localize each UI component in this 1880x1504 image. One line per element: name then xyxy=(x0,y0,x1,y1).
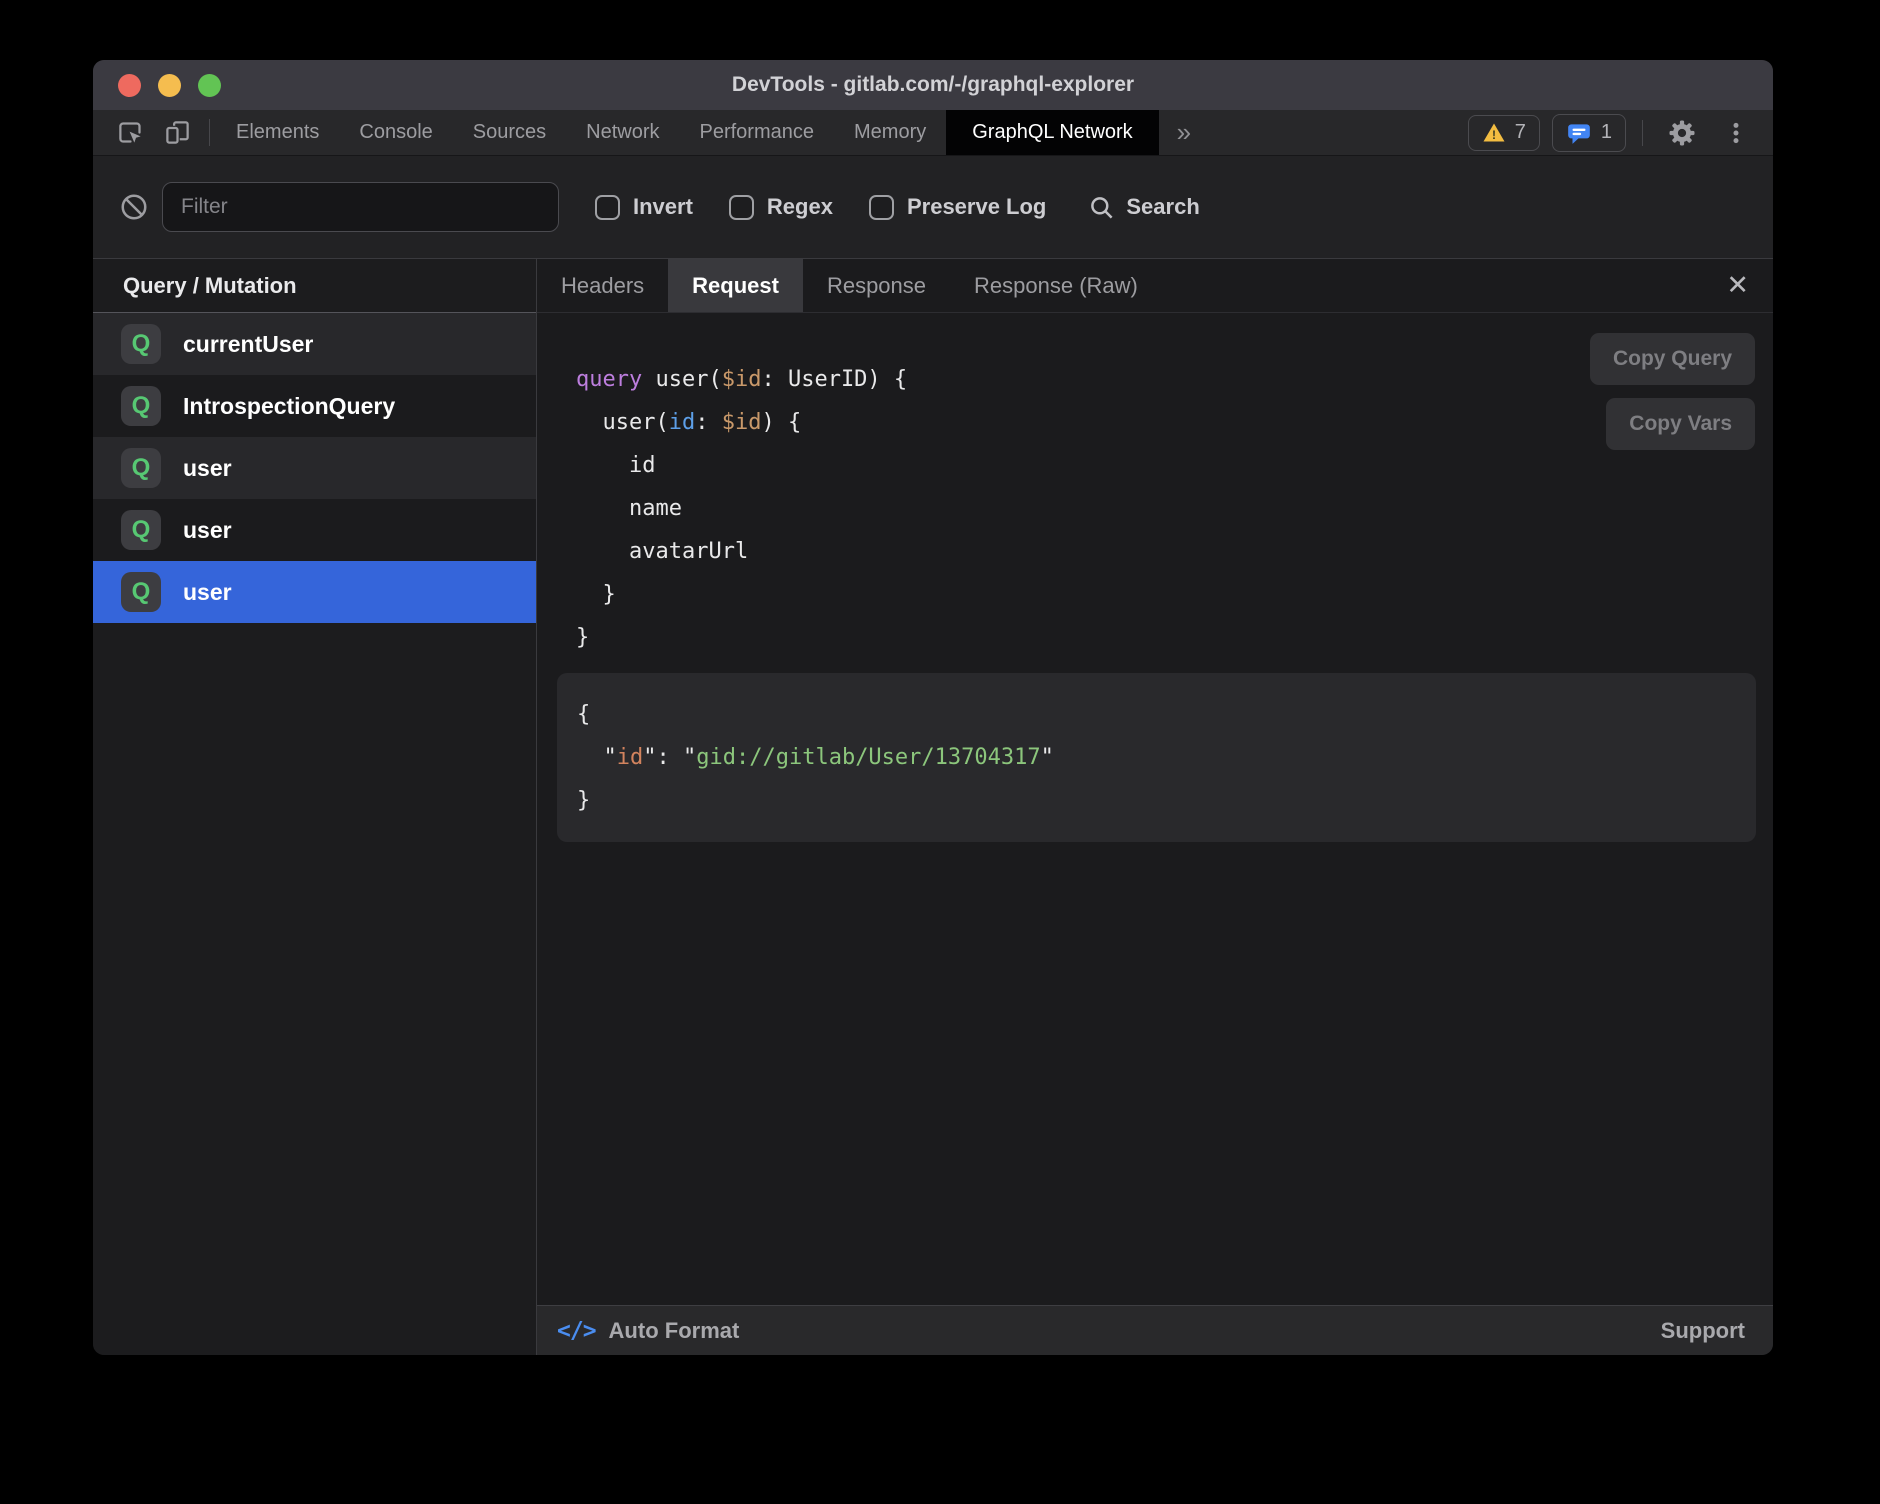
checkbox-label: Invert xyxy=(633,194,693,220)
code-line: avatarUrl xyxy=(576,530,1773,573)
checkbox-regex[interactable]: Regex xyxy=(729,194,833,220)
code-line: } xyxy=(577,779,1756,822)
issues-badge[interactable]: 1 xyxy=(1552,114,1626,152)
detail-panel: HeadersRequestResponseResponse (Raw) ✕ q… xyxy=(537,259,1773,1355)
main-split: Query / Mutation QcurrentUserQIntrospect… xyxy=(93,259,1773,1355)
query-type-badge: Q xyxy=(121,448,161,488)
tab-performance[interactable]: Performance xyxy=(680,110,835,155)
warning-icon: ! xyxy=(1482,121,1506,145)
request-row-user-2[interactable]: Quser xyxy=(93,437,536,499)
device-toolbar-icon[interactable] xyxy=(164,119,191,146)
code-format-icon: </> xyxy=(557,1318,596,1344)
zoom-window-button[interactable] xyxy=(198,74,221,97)
tab-graphql-network[interactable]: GraphQL Network xyxy=(946,110,1158,155)
request-row-user-4[interactable]: Quser xyxy=(93,561,536,623)
detail-tabs: HeadersRequestResponseResponse (Raw) xyxy=(537,259,1162,312)
copy-vars-button[interactable]: Copy Vars xyxy=(1606,398,1755,450)
checkbox-preserve-log[interactable]: Preserve Log xyxy=(869,194,1046,220)
devtools-toolbar: ElementsConsoleSourcesNetworkPerformance… xyxy=(93,110,1773,156)
request-row-label: user xyxy=(183,455,232,482)
search-toggle[interactable]: Search xyxy=(1088,194,1199,221)
clear-requests-icon[interactable] xyxy=(119,192,149,222)
kebab-menu-icon[interactable] xyxy=(1717,120,1755,146)
request-row-user-3[interactable]: Quser xyxy=(93,499,536,561)
request-list-panel: Query / Mutation QcurrentUserQIntrospect… xyxy=(93,259,537,1355)
request-row-label: currentUser xyxy=(183,331,313,358)
titlebar: DevTools - gitlab.com/-/graphql-explorer xyxy=(93,60,1773,110)
devtools-tabs: ElementsConsoleSourcesNetworkPerformance… xyxy=(216,110,1159,155)
detail-tab-response-raw[interactable]: Response (Raw) xyxy=(950,259,1162,312)
code-line: "id": "gid://gitlab/User/13704317" xyxy=(577,736,1756,779)
checkbox-label: Regex xyxy=(767,194,833,220)
window-title: DevTools - gitlab.com/-/graphql-explorer xyxy=(93,73,1773,97)
detail-tab-response[interactable]: Response xyxy=(803,259,950,312)
checkbox-invert[interactable]: Invert xyxy=(595,194,693,220)
traffic-lights xyxy=(93,74,221,97)
svg-text:!: ! xyxy=(1492,128,1496,142)
checkbox-box-preserve-log[interactable] xyxy=(869,195,894,220)
query-type-badge: Q xyxy=(121,324,161,364)
query-type-badge: Q xyxy=(121,510,161,550)
tab-elements[interactable]: Elements xyxy=(216,110,339,155)
code-line: { xyxy=(577,693,1756,736)
code-line: user(id: $id) { xyxy=(576,401,1773,444)
request-list: QcurrentUserQIntrospectionQueryQuserQuse… xyxy=(93,313,536,623)
query-type-badge: Q xyxy=(121,572,161,612)
detail-tabs-row: HeadersRequestResponseResponse (Raw) ✕ xyxy=(537,259,1773,313)
search-label: Search xyxy=(1126,194,1199,220)
code-line: id xyxy=(576,444,1773,487)
tab-network[interactable]: Network xyxy=(566,110,679,155)
auto-format-button[interactable]: Auto Format xyxy=(609,1318,740,1344)
close-window-button[interactable] xyxy=(118,74,141,97)
graphql-variables-box: { "id": "gid://gitlab/User/13704317"} xyxy=(557,673,1756,842)
query-type-badge: Q xyxy=(121,386,161,426)
search-icon xyxy=(1088,194,1115,221)
checkbox-box-invert[interactable] xyxy=(595,195,620,220)
request-row-label: IntrospectionQuery xyxy=(183,393,395,420)
filter-input[interactable] xyxy=(162,182,559,232)
message-icon xyxy=(1566,120,1592,146)
code-line: } xyxy=(576,573,1773,616)
code-line: name xyxy=(576,487,1773,530)
close-detail-icon[interactable]: ✕ xyxy=(1702,270,1773,301)
warnings-badge[interactable]: ! 7 xyxy=(1468,115,1540,151)
detail-tab-headers[interactable]: Headers xyxy=(537,259,668,312)
filter-checkboxes: Invert Regex Preserve Log xyxy=(559,194,1046,220)
request-row-label: user xyxy=(183,579,232,606)
tab-sources[interactable]: Sources xyxy=(453,110,566,155)
request-row-label: user xyxy=(183,517,232,544)
request-row-currentuser-0[interactable]: QcurrentUser xyxy=(93,313,536,375)
checkbox-box-regex[interactable] xyxy=(729,195,754,220)
graphql-query-code: query user($id: UserID) { user(id: $id) … xyxy=(576,358,1773,659)
tab-console[interactable]: Console xyxy=(339,110,452,155)
settings-gear-icon[interactable] xyxy=(1659,118,1705,148)
toolbar-separator xyxy=(209,119,210,146)
more-tabs-icon[interactable]: » xyxy=(1159,110,1209,155)
issue-count: 1 xyxy=(1601,121,1612,144)
status-bar: </> Auto Format Support xyxy=(537,1305,1773,1355)
tab-memory[interactable]: Memory xyxy=(834,110,946,155)
inspect-element-icon[interactable] xyxy=(117,119,144,146)
warning-count: 7 xyxy=(1515,121,1526,144)
minimize-window-button[interactable] xyxy=(158,74,181,97)
detail-tab-request[interactable]: Request xyxy=(668,259,803,312)
code-line: } xyxy=(576,616,1773,659)
filter-bar: Invert Regex Preserve Log Search xyxy=(93,156,1773,259)
toolbar-right-separator xyxy=(1642,120,1643,146)
devtools-window: DevTools - gitlab.com/-/graphql-explorer… xyxy=(93,60,1773,1355)
request-tab-content: query user($id: UserID) { user(id: $id) … xyxy=(537,313,1773,1305)
support-link[interactable]: Support xyxy=(1661,1318,1745,1344)
copy-query-button[interactable]: Copy Query xyxy=(1590,333,1755,385)
request-row-introspectionquery-1[interactable]: Q IntrospectionQuery xyxy=(93,375,536,437)
checkbox-label: Preserve Log xyxy=(907,194,1046,220)
request-list-header: Query / Mutation xyxy=(93,259,536,313)
